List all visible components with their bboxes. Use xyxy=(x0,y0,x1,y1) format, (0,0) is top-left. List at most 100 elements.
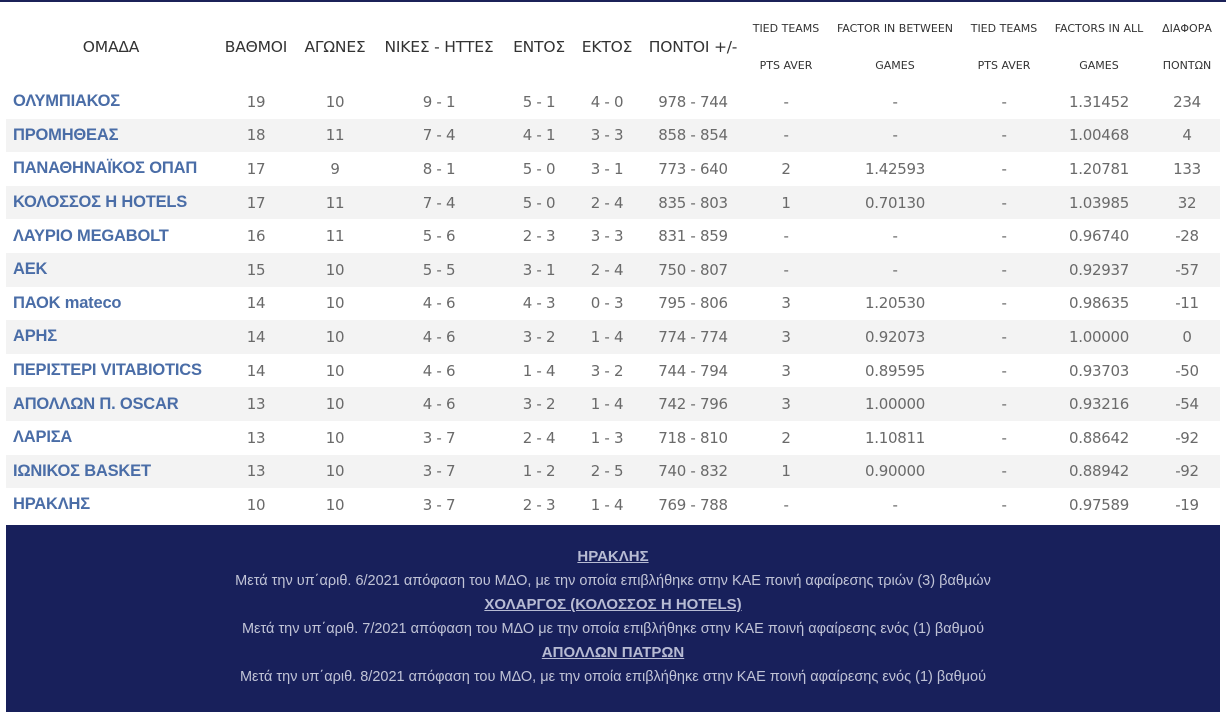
cell-factor-all: 0.96740 xyxy=(1069,227,1129,246)
table-row: ΙΩΝΙΚΟΣ BASKET 13 10 3 - 71 - 22 - 5 740 - 8… xyxy=(6,454,1220,489)
note-text: Μετά την υπ΄αριθ. 8/2021 απόφαση του ΜΔΟ… xyxy=(239,669,987,685)
team-name-link[interactable]: ΛΑΥΡΙΟ MEGABOLT xyxy=(6,219,216,253)
team-name-link[interactable]: ΗΡΑΚΛΗΣ xyxy=(6,488,216,522)
cell-home: 1 - 4 xyxy=(522,361,556,380)
cell-score: 858 - 854 xyxy=(640,118,746,153)
col-header-factors-all-line1: FACTORS IN ALL xyxy=(1054,21,1144,35)
col-header-home: ΕΝΤΟΣ xyxy=(513,37,565,56)
team-name-link[interactable]: ΑΡΗΣ xyxy=(6,320,216,354)
col-header-factors-all: FACTORS IN ALL GAMES xyxy=(1044,8,1154,85)
cell-diff: 133 xyxy=(1173,159,1201,178)
cell-points: 17 xyxy=(216,185,296,220)
cell-away: 3 - 1 xyxy=(590,159,624,178)
cell-away: 2 - 4 xyxy=(574,252,640,287)
cell-tied1: 3 xyxy=(781,361,791,380)
cell-points: 18 xyxy=(216,118,296,153)
cell-wl: 5 - 6 xyxy=(422,227,456,246)
cell-score: 978 - 744 xyxy=(658,92,728,111)
note-text: Μετά την υπ΄αριθ. 7/2021 απόφαση του ΜΔΟ… xyxy=(241,621,985,637)
cell-factor-all: 0.93703 xyxy=(1069,361,1129,380)
cell-points: 10 xyxy=(246,495,266,514)
team-name-link[interactable]: ΑΠΟΛΛΩΝ Π. OSCAR xyxy=(6,387,216,421)
cell-tied2: - xyxy=(1001,227,1007,246)
col-header-tied-teams-1-line2: PTS AVER xyxy=(759,58,813,72)
team-name-link[interactable]: ΠΑΟΚ mateco xyxy=(6,287,216,321)
cell-score: 718 - 810 xyxy=(658,428,728,447)
cell-wl: 7 - 4 xyxy=(374,118,504,153)
cell-points: 15 xyxy=(216,252,296,287)
cell-factor-between: 0.70130 xyxy=(826,185,964,220)
cell-tied2: - xyxy=(1001,495,1007,514)
cell-games: 10 xyxy=(296,320,374,354)
col-header-factor-between-line1: FACTOR IN BETWEEN xyxy=(836,21,954,35)
cell-games: 10 xyxy=(325,92,345,111)
cell-tied1: 2 xyxy=(781,428,791,447)
table-row: ΠΑΝΑΘΗΝΑΪΚΟΣ ΟΠΑΠ 17 9 8 - 1 5 - 0 3 - 1 773 -… xyxy=(6,152,1220,186)
cell-diff: 234 xyxy=(1173,92,1201,111)
cell-wl: 4 - 6 xyxy=(374,387,504,421)
team-name-link[interactable]: ΟΛΥΜΠΙΑΚΟΣ xyxy=(6,85,216,119)
cell-factor-between: 0.90000 xyxy=(826,454,964,489)
team-name-link[interactable]: ΙΩΝΙΚΟΣ BASKET xyxy=(6,454,216,489)
cell-games: 10 xyxy=(325,294,345,313)
cell-tied2: - xyxy=(964,252,1044,287)
cell-diff: -54 xyxy=(1154,387,1220,421)
cell-diff: 4 xyxy=(1154,118,1220,153)
cell-factor-all: 1.20781 xyxy=(1069,159,1129,178)
cell-factor-between: 0.89595 xyxy=(865,361,925,380)
table-row: ΑΡΗΣ 14 10 4 - 63 - 21 - 4 774 - 774 3 0.92073… xyxy=(6,320,1220,354)
note-title: ΧΟΛΑΡΓΟΣ (ΚΟΛΟΣΣΟΣ Η HOTELS) xyxy=(484,596,742,613)
cell-factor-between: - xyxy=(826,118,964,153)
team-name-link[interactable]: ΛΑΡΙΣΑ xyxy=(6,421,216,455)
cell-factor-all: 0.97589 xyxy=(1069,495,1129,514)
table-row: ΑΕΚ 15 10 5 - 53 - 12 - 4 750 - 807- - -0.9293… xyxy=(6,252,1220,287)
cell-wl: 3 - 7 xyxy=(422,495,456,514)
cell-factor-all: 0.98635 xyxy=(1069,294,1129,313)
cell-diff: -50 xyxy=(1175,361,1199,380)
cell-tied1: 3 xyxy=(746,387,826,421)
cell-diff: -19 xyxy=(1175,495,1199,514)
col-header-away: ΕΚΤΟΣ xyxy=(581,37,633,56)
cell-games: 9 xyxy=(330,159,340,178)
team-name-link[interactable]: ΑΕΚ xyxy=(6,252,216,287)
table-row: ΠΡΟΜΗΘΕΑΣ 18 11 7 - 44 - 13 - 3 858 - 854- - -… xyxy=(6,118,1220,153)
cell-points: 14 xyxy=(246,294,266,313)
team-name-link[interactable]: ΠΕΡΙΣΤΕΡΙ VITABIOTICS xyxy=(6,354,216,388)
team-name-link[interactable]: ΠΡΟΜΗΘΕΑΣ xyxy=(6,118,216,153)
cell-tied2: - xyxy=(964,320,1044,354)
cell-wl: 4 - 6 xyxy=(374,320,504,354)
cell-factor-all: 0.92937 xyxy=(1044,252,1154,287)
col-header-tied-teams-2: TIED TEAMS PTS AVER xyxy=(964,8,1044,85)
cell-home: 4 - 3 xyxy=(522,294,556,313)
cell-away: 3 - 3 xyxy=(590,227,624,246)
table-body: ΟΛΥΜΠΙΑΚΟΣ 19 10 9 - 15 - 14 - 0 978 - 744- -… xyxy=(6,85,1220,522)
cell-factor-between: 0.92073 xyxy=(826,320,964,354)
col-header-tied-teams-1-line1: TIED TEAMS xyxy=(752,21,820,35)
team-name-link[interactable]: ΠΑΝΑΘΗΝΑΪΚΟΣ ΟΠΑΠ xyxy=(6,152,216,186)
cell-games: 10 xyxy=(296,387,374,421)
cell-wl: 5 - 5 xyxy=(374,252,504,287)
cell-games: 10 xyxy=(296,454,374,489)
cell-games: 10 xyxy=(325,495,345,514)
cell-score: 750 - 807 xyxy=(640,252,746,287)
cell-away: 1 - 3 xyxy=(590,428,624,447)
cell-factor-between: - xyxy=(892,495,898,514)
cell-diff: -11 xyxy=(1175,294,1199,313)
cell-tied1: - xyxy=(783,92,789,111)
cell-diff: -57 xyxy=(1154,252,1220,287)
note-title: ΑΠΟΛΛΩΝ ΠΑΤΡΩΝ xyxy=(541,644,685,661)
cell-tied1: 2 xyxy=(781,159,791,178)
table-row: ΠΕΡΙΣΤΕΡΙ VITABIOTICS 14 10 4 - 6 1 - 4 3 - 2… xyxy=(6,354,1220,388)
cell-points: 13 xyxy=(216,454,296,489)
cell-tied2: - xyxy=(964,387,1044,421)
cell-away: 1 - 4 xyxy=(574,387,640,421)
team-name-link[interactable]: ΚΟΛΟΣΣΟΣ Η HOTELS xyxy=(6,185,216,220)
cell-score: 774 - 774 xyxy=(640,320,746,354)
cell-tied1: - xyxy=(746,118,826,153)
cell-tied1: 3 xyxy=(781,294,791,313)
col-header-factor-between: FACTOR IN BETWEEN GAMES xyxy=(826,8,964,85)
cell-points: 14 xyxy=(246,361,266,380)
cell-diff: 32 xyxy=(1154,185,1220,220)
cell-diff: -28 xyxy=(1175,227,1199,246)
cell-home: 5 - 1 xyxy=(522,92,556,111)
